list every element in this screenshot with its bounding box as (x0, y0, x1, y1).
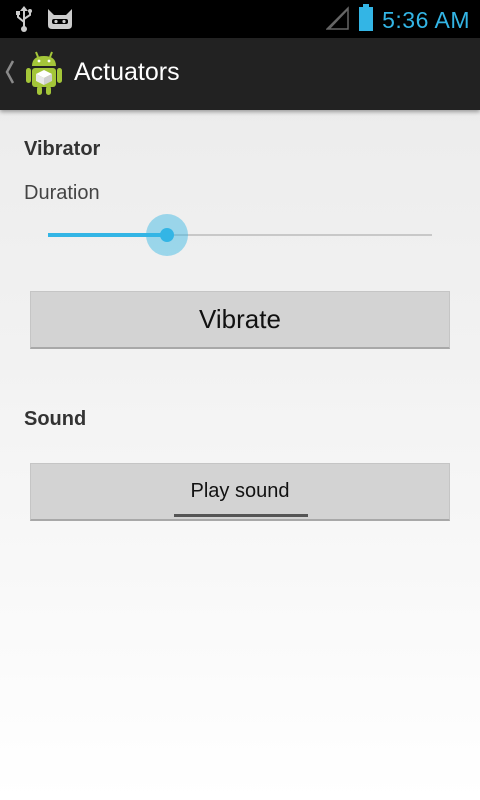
duration-slider[interactable] (48, 210, 432, 260)
battery-icon (358, 4, 374, 37)
cyanogenmod-icon (46, 7, 74, 36)
status-clock: 5:36 AM (382, 7, 470, 33)
play-sound-button[interactable]: Play sound (30, 463, 450, 521)
back-chevron-icon[interactable] (4, 58, 16, 93)
vibrator-section-header: Vibrator (24, 138, 101, 160)
sound-section-header: Sound (24, 408, 87, 430)
android-app-icon[interactable] (24, 50, 64, 96)
focus-underline (174, 514, 308, 517)
slider-thumb[interactable] (160, 228, 174, 242)
no-signal-icon (325, 5, 350, 36)
usb-icon (14, 6, 34, 37)
page-title: Actuators (74, 58, 180, 86)
vibrate-button[interactable]: Vibrate (30, 291, 450, 349)
duration-label: Duration (24, 182, 100, 204)
status-bar: 5:36 AM (0, 0, 480, 38)
play-sound-label: Play sound (190, 480, 290, 502)
action-bar: Actuators (0, 38, 480, 110)
